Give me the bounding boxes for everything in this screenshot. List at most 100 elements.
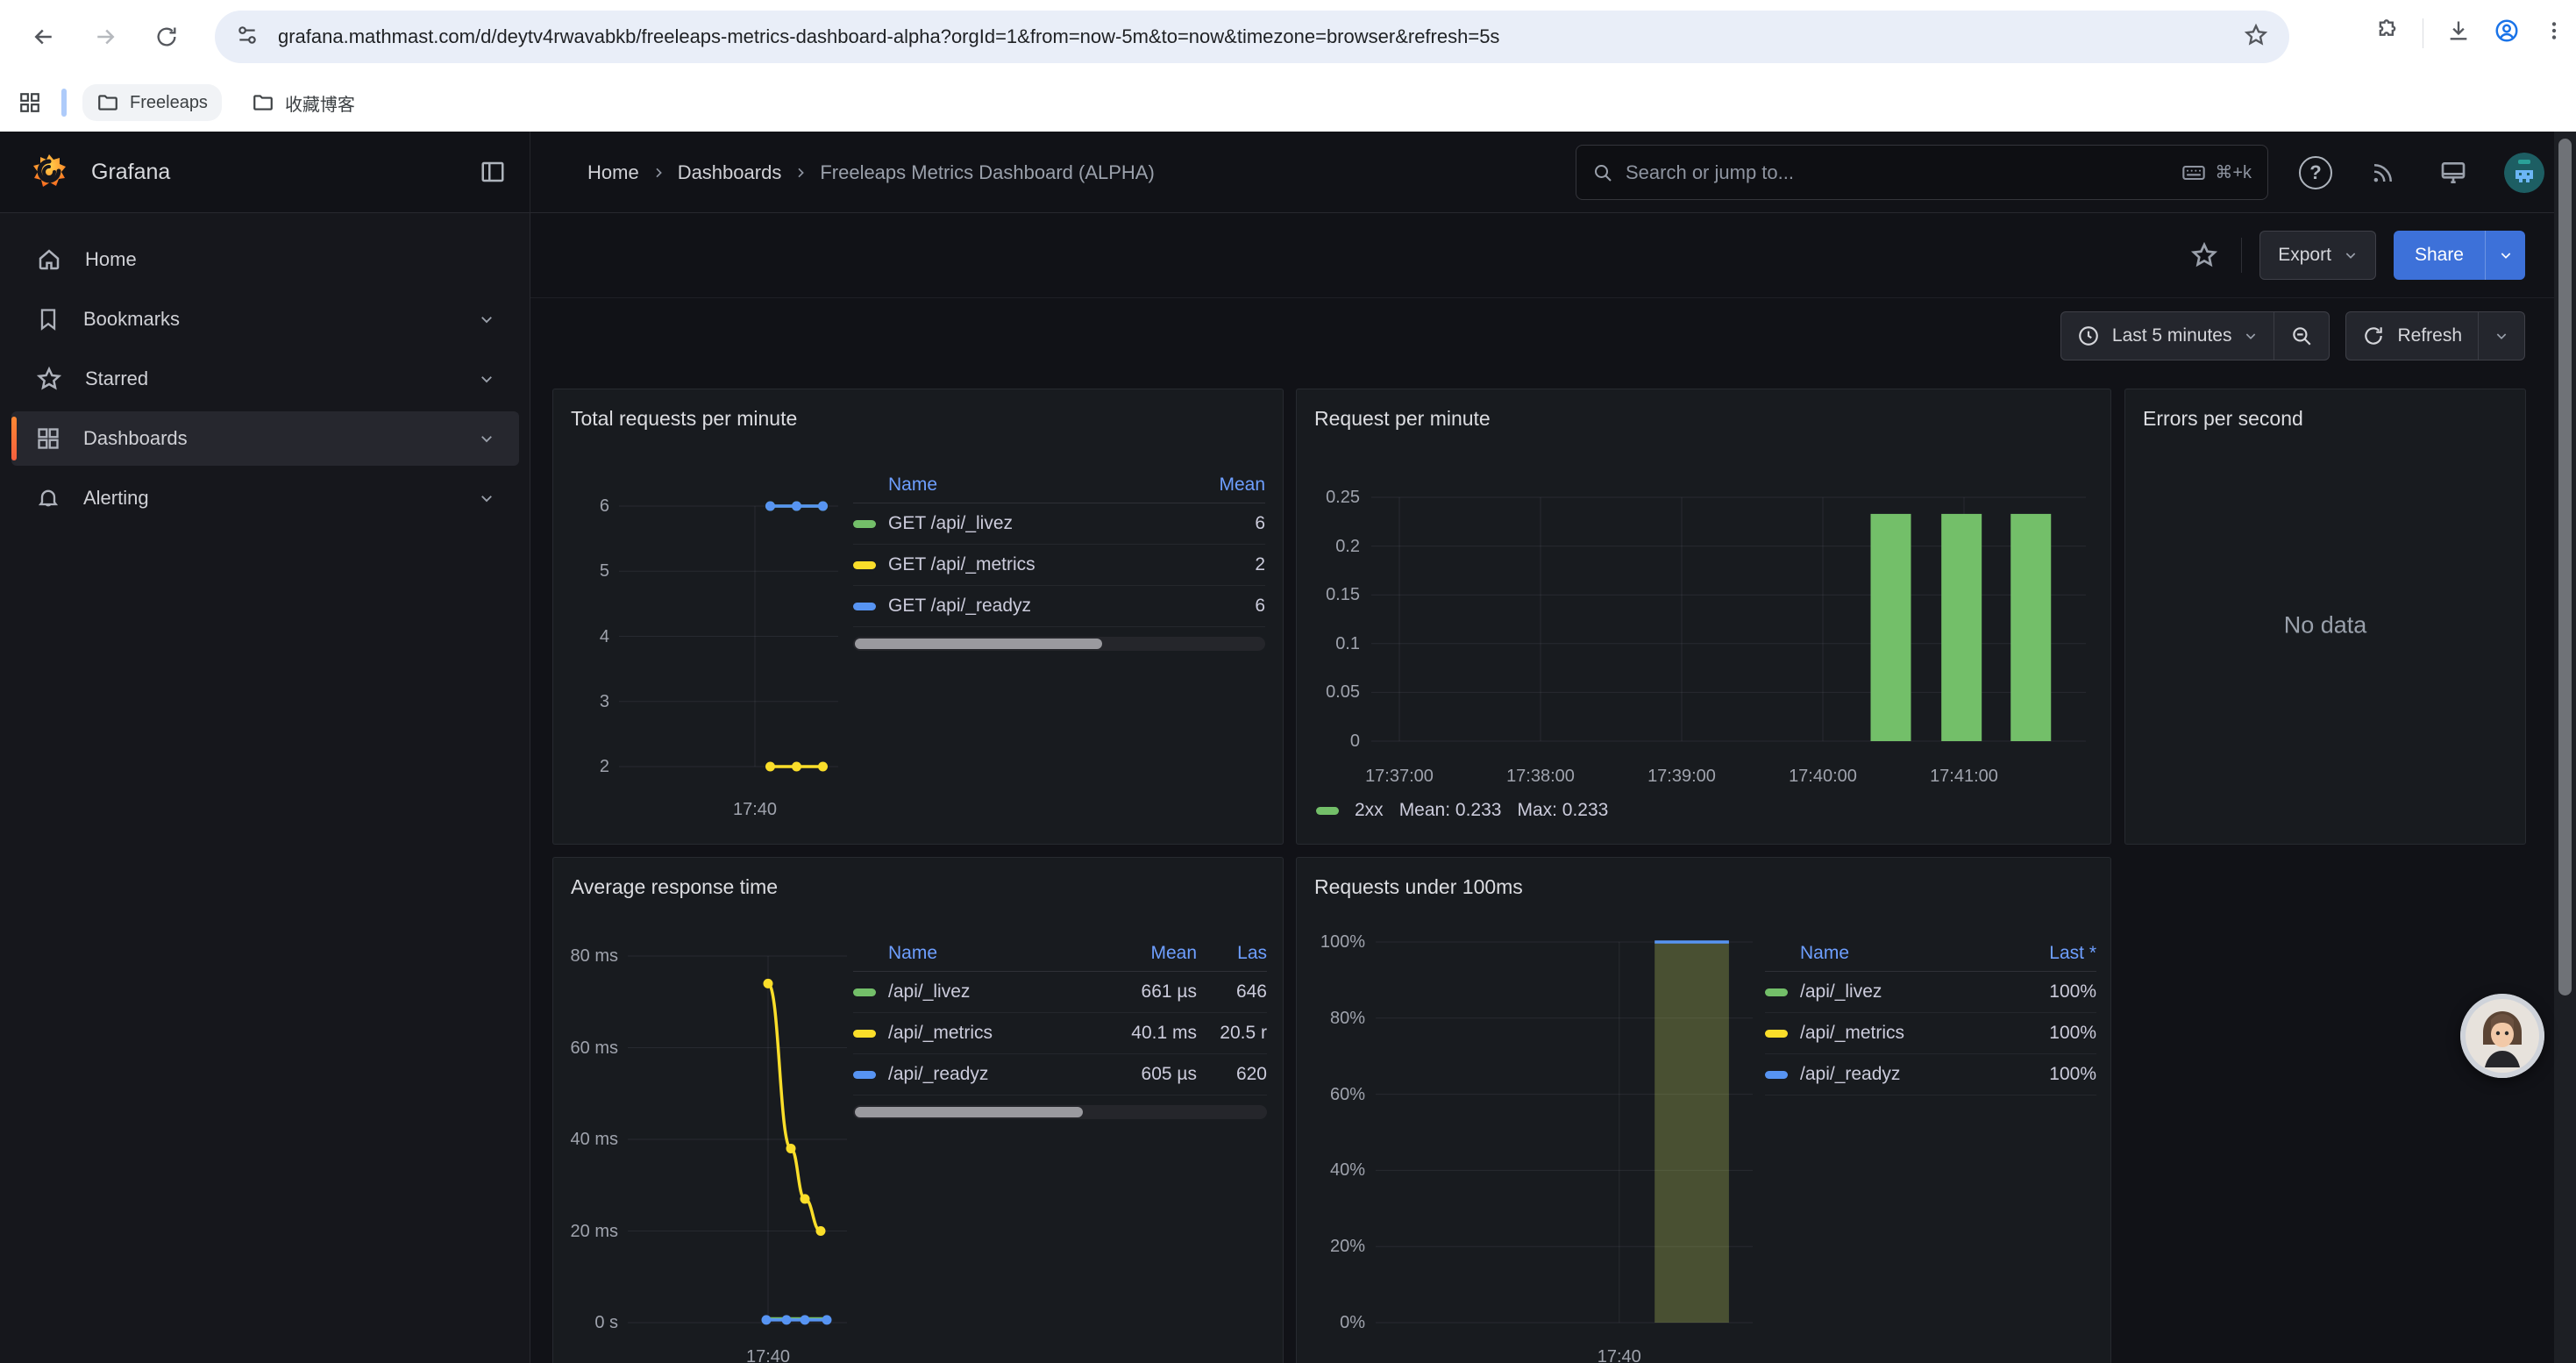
bell-icon [36, 486, 60, 510]
extensions-icon[interactable] [2375, 18, 2400, 47]
breadcrumb-current: Freeleaps Metrics Dashboard (ALPHA) [820, 161, 1154, 184]
sidebar-item-alerting[interactable]: Alerting [11, 471, 519, 525]
series-name: /api/_readyz [1800, 1064, 1991, 1085]
panel-title: Errors per second [2143, 407, 2303, 431]
scrollbar-thumb[interactable] [2558, 139, 2572, 995]
requests-under-100ms-plot-svg [1376, 935, 1753, 1330]
series-name: GET /api/_metrics [888, 554, 1186, 575]
dashboard-canvas: Export Share Last 5 minutes [530, 213, 2576, 1363]
x-tick-label: 17:41:00 [1894, 765, 2034, 788]
back-icon[interactable] [25, 18, 63, 56]
series-value: 100% [1991, 981, 2096, 1003]
bookmark-folder-blogs[interactable]: 收藏博客 [238, 83, 369, 123]
y-tick-label: 0% [1304, 1311, 1365, 1334]
panel-request-per-minute[interactable]: Request per minute 0.250.20.150.10.05017… [1296, 389, 2111, 845]
dashboards-grid-icon [36, 426, 60, 451]
legend-column-name[interactable]: Name [853, 943, 1083, 964]
legend-row[interactable]: /api/_readyz100% [1765, 1054, 2096, 1095]
legend-column-last[interactable]: Last * [1991, 943, 2096, 964]
legend-column-mean[interactable]: Mean [1186, 475, 1265, 496]
panel-errors-per-second[interactable]: Errors per second No data [2124, 389, 2526, 845]
legend-row[interactable]: /api/_livez661 µs646 [853, 972, 1267, 1013]
request-per-minute-plot-svg [1371, 492, 2086, 746]
help-icon[interactable]: ? [2299, 156, 2332, 189]
news-rss-icon[interactable] [2364, 153, 2402, 192]
zoom-out-icon [2290, 325, 2313, 347]
bookmark-label: Freeleaps [130, 93, 208, 113]
time-controls: Last 5 minutes Refresh [2060, 311, 2525, 360]
series-value: 6 [1186, 513, 1265, 534]
browser-menu-icon[interactable] [2543, 19, 2565, 46]
sidebar-item-bookmarks[interactable]: Bookmarks [11, 292, 519, 346]
legend-row[interactable]: GET /api/_livez6 [853, 503, 1265, 545]
sidebar-item-dashboards[interactable]: Dashboards [11, 411, 519, 466]
breadcrumb-home[interactable]: Home [587, 161, 639, 184]
panel-average-response-time[interactable]: Average response time 80 ms60 ms40 ms20 … [552, 857, 1284, 1363]
panel-total-requests-per-minute[interactable]: Total requests per minute 6543217:40Name… [552, 389, 1284, 845]
chevron-down-icon[interactable] [479, 431, 495, 446]
legend-column-name[interactable]: Name [1765, 943, 1991, 964]
legend-row[interactable]: GET /api/_readyz6 [853, 586, 1265, 627]
apps-grid-icon[interactable] [11, 83, 49, 122]
site-settings-icon[interactable] [236, 24, 259, 51]
legend-row[interactable]: /api/_readyz605 µs620 [853, 1054, 1267, 1095]
hscrollbar-thumb[interactable] [855, 1107, 1083, 1117]
sidebar-toggle-icon[interactable] [475, 154, 510, 189]
legend-column-name[interactable]: Name [853, 475, 1186, 496]
address-bar[interactable]: grafana.mathmast.com/d/deytv4rwavabkb/fr… [215, 11, 2289, 63]
y-tick-label: 60 ms [560, 1037, 618, 1060]
panel-requests-under-100ms[interactable]: Requests under 100ms 100%80%60%40%20%0%1… [1296, 857, 2111, 1363]
star-icon [36, 366, 62, 392]
legend-row[interactable]: /api/_metrics40.1 ms20.5 r [853, 1013, 1267, 1054]
legend-row[interactable]: 2xxMean: 0.233Max: 0.233 [1316, 800, 1608, 821]
legend-row[interactable]: /api/_livez100% [1765, 972, 2096, 1013]
chevron-down-icon[interactable] [479, 371, 495, 387]
export-button[interactable]: Export [2259, 231, 2376, 280]
series-value: 605 µs [1083, 1064, 1197, 1085]
refresh-icon [2362, 325, 2385, 347]
search-bar[interactable]: ⌘+k [1576, 145, 2268, 200]
legend-row[interactable]: GET /api/_metrics2 [853, 545, 1265, 586]
folder-icon [96, 91, 119, 114]
series-name: /api/_livez [888, 981, 1083, 1003]
bookmark-folder-freeleaps[interactable]: Freeleaps [82, 84, 222, 121]
window-scrollbar[interactable] [2554, 132, 2576, 1363]
legend-row[interactable]: /api/_metrics100% [1765, 1013, 2096, 1054]
zoom-out-button[interactable] [2274, 312, 2329, 360]
forward-icon[interactable] [86, 18, 125, 56]
y-tick-label: 0.05 [1306, 681, 1360, 703]
favorite-star-icon[interactable] [2185, 236, 2224, 275]
time-range-picker[interactable]: Last 5 minutes [2061, 312, 2274, 360]
sidebar-item-home[interactable]: Home [11, 232, 519, 287]
total-requests-plot-svg [619, 489, 838, 787]
y-tick-label: 40 ms [560, 1128, 618, 1151]
legend-hscrollbar[interactable] [853, 637, 1265, 651]
legend-column-las[interactable]: Las [1197, 943, 1267, 964]
breadcrumb-dashboards[interactable]: Dashboards [678, 161, 782, 184]
series-value: 100% [1991, 1064, 2096, 1085]
bookmark-star-icon[interactable] [2244, 23, 2268, 52]
monitor-icon[interactable] [2434, 153, 2473, 192]
user-avatar[interactable] [2504, 153, 2544, 193]
request-per-minute-plot [1371, 492, 2086, 746]
reload-icon[interactable] [147, 18, 186, 56]
download-icon[interactable] [2446, 18, 2471, 47]
x-tick-label: 17:40 [729, 1345, 808, 1363]
share-button[interactable]: Share [2394, 231, 2485, 280]
grafana-header: Grafana Home Dashboards Freeleaps Metric… [0, 132, 2576, 213]
assistant-avatar[interactable] [2460, 994, 2544, 1078]
sidebar-item-starred[interactable]: Starred [11, 352, 519, 406]
chevron-down-icon[interactable] [479, 490, 495, 506]
legend-hscrollbar[interactable] [853, 1105, 1267, 1119]
chevron-down-icon[interactable] [479, 311, 495, 327]
profile-icon[interactable] [2494, 18, 2520, 48]
chevron-down-icon [2494, 329, 2508, 343]
share-menu-button[interactable] [2485, 231, 2525, 280]
panel-title: Total requests per minute [571, 407, 797, 431]
search-input[interactable] [1626, 161, 2181, 184]
refresh-interval-button[interactable] [2478, 312, 2524, 360]
refresh-button[interactable]: Refresh [2346, 312, 2478, 360]
hscrollbar-thumb[interactable] [855, 639, 1102, 649]
series-max: Max: 0.233 [1517, 800, 1608, 821]
legend-column-mean[interactable]: Mean [1083, 943, 1197, 964]
